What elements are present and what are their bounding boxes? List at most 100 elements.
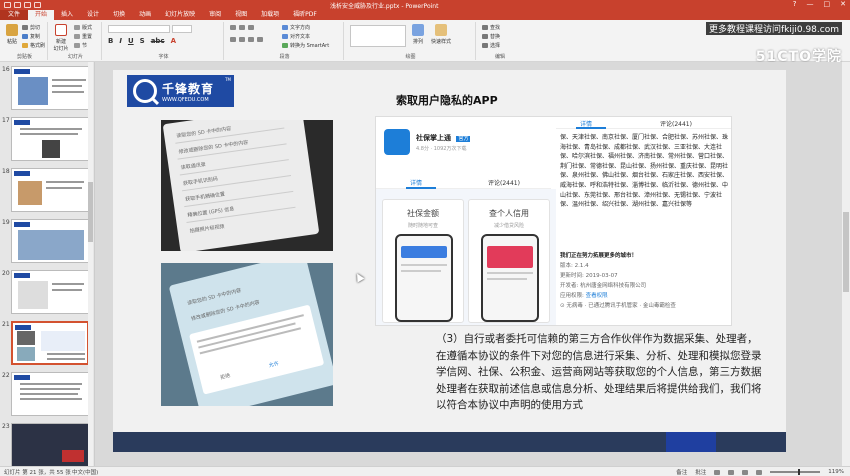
shapes-gallery[interactable] [350, 25, 406, 47]
italic-button[interactable]: I [119, 37, 122, 45]
thumbnail-slide[interactable]: 22 [2, 372, 90, 417]
tab-transitions[interactable]: 切换 [106, 10, 132, 20]
slideshow-icon[interactable] [34, 2, 41, 8]
undo-icon[interactable] [14, 2, 21, 8]
slide-thumbnails-panel: 16 17 18 19 20 21 22 23 [0, 62, 95, 466]
font-format-buttons: B I U S abc A [108, 37, 176, 45]
permission-photo-2: 读取您的 SD 卡中的内容 修改或删除您的 SD 卡中的内容 允许 拒绝 [161, 263, 333, 406]
language-indicator[interactable]: 中文(中国) [72, 468, 98, 476]
tab-insert[interactable]: 插入 [54, 10, 80, 20]
phone-screen: 读取您的 SD 卡中的内容 修改或删除您的 SD 卡中的内容 读取通讯录 获取手… [162, 120, 320, 251]
zoom-slider[interactable] [770, 469, 821, 475]
font-color-button[interactable]: A [171, 37, 176, 45]
thumbnails-scrollbar[interactable] [88, 62, 93, 466]
thumbnail-slide[interactable]: 17 [2, 117, 90, 162]
minimize-button[interactable]: — [807, 0, 814, 8]
arrange-icon [412, 24, 424, 36]
align-center-icon[interactable] [239, 37, 245, 42]
slide-footer-bar [113, 432, 786, 452]
numbering-icon[interactable] [239, 25, 245, 30]
paragraph-group: 文字方向 对齐文本 转换为 SmartArt 段落 [226, 22, 344, 60]
view-permissions-link: 查看权限 [585, 293, 608, 299]
ribbon: 粘贴 剪切 复制 格式刷 剪贴板 新建 幻灯片 版式 重置 节 幻灯片 B I … [0, 20, 850, 65]
quick-styles-button[interactable]: 快速样式 [430, 24, 452, 45]
qianfeng-logo: 千锋教育 WWW.QFEDU.COM TM [127, 75, 234, 107]
section-icon [74, 43, 80, 48]
footer-accent [666, 432, 716, 452]
tab-addins[interactable]: 加载项 [254, 10, 286, 20]
align-text-button[interactable]: 对齐文本 [282, 33, 310, 40]
format-painter-button[interactable]: 格式刷 [22, 42, 45, 49]
shadow-button[interactable]: S [140, 37, 145, 45]
tab-home[interactable]: 开始 [28, 10, 55, 20]
close-button[interactable]: ✕ [840, 0, 846, 8]
align-right-icon[interactable] [248, 37, 254, 42]
save-icon[interactable] [4, 2, 11, 8]
font-group: B I U S abc A 字体 [104, 22, 224, 60]
tab-design[interactable]: 设计 [80, 10, 106, 20]
phone-screen: 读取您的 SD 卡中的内容 修改或删除您的 SD 卡中的内容 允许 拒绝 [168, 263, 333, 406]
slide-title: 索取用户隐私的APP [396, 94, 498, 107]
redo-icon[interactable] [24, 2, 31, 8]
help-button[interactable]: ? [793, 0, 797, 8]
drawing-group: 排列 快速样式 绘图 [346, 22, 476, 60]
font-size-select[interactable] [172, 25, 192, 33]
notes-button[interactable]: 备注 [676, 468, 687, 476]
slide-scroll-thumb[interactable] [843, 212, 849, 292]
new-slide-button[interactable]: 新建 幻灯片 [52, 24, 70, 52]
replace-button[interactable]: 替换 [482, 33, 500, 40]
thumbnail-image [11, 372, 89, 416]
copy-button[interactable]: 复制 [22, 33, 40, 40]
bullets-icon[interactable] [230, 25, 236, 30]
reset-icon [74, 34, 80, 39]
tab-view[interactable]: 视图 [228, 10, 254, 20]
smartart-icon [282, 43, 288, 48]
text-direction-button[interactable]: 文字方向 [282, 24, 310, 31]
strikethrough-button[interactable]: abc [151, 37, 165, 45]
tab-foxit-pdf[interactable]: 福昕PDF [286, 10, 324, 20]
slide-vertical-scrollbar[interactable] [842, 62, 850, 466]
thumbnail-slide[interactable]: 16 [2, 66, 90, 111]
tab-underline [576, 127, 606, 129]
logo-q-icon [133, 79, 157, 103]
align-left-icon[interactable] [230, 37, 236, 42]
screenshot-card: 社保金额 随时随地可查 [382, 199, 464, 323]
thumbnail-slide-selected[interactable]: 21 [2, 321, 90, 366]
slide-sorter-icon[interactable] [728, 469, 735, 475]
indent-icon[interactable] [248, 25, 254, 30]
section-button[interactable]: 节 [74, 42, 87, 49]
paste-button[interactable]: 粘贴 [4, 24, 20, 45]
current-slide[interactable]: 千锋教育 WWW.QFEDU.COM TM 索取用户隐私的APP 读取您的 SD… [113, 70, 786, 452]
reading-view-icon[interactable] [742, 469, 749, 475]
smartart-button[interactable]: 转换为 SmartArt [282, 42, 329, 49]
thumbnails-scroll-thumb[interactable] [88, 182, 93, 242]
brush-icon [22, 43, 28, 48]
thumbnail-slide[interactable]: 19 [2, 219, 90, 264]
tab-slideshow[interactable]: 幻灯片放映 [158, 10, 202, 20]
arrange-button[interactable]: 排列 [410, 24, 426, 45]
zoom-level[interactable]: 119% [828, 469, 844, 475]
tab-file[interactable]: 文件 [0, 10, 29, 20]
thumbnail-slide[interactable]: 20 [2, 270, 90, 315]
layout-button[interactable]: 版式 [74, 24, 92, 31]
app-info: 我们正在努力拓展更多的城市！ 版本: 2.1.4 更新时间: 2019-03-0… [560, 253, 676, 309]
slideshow-view-icon[interactable] [756, 469, 763, 475]
maximize-button[interactable]: □ [824, 0, 831, 8]
comments-button[interactable]: 批注 [695, 468, 706, 476]
tab-review[interactable]: 审阅 [202, 10, 228, 20]
underline-button[interactable]: U [128, 37, 134, 45]
justify-icon[interactable] [257, 37, 263, 42]
thumbnail-slide[interactable]: 18 [2, 168, 90, 213]
bold-button[interactable]: B [108, 37, 113, 45]
normal-view-icon[interactable] [714, 469, 721, 475]
reset-button[interactable]: 重置 [74, 33, 92, 40]
font-name-select[interactable] [108, 25, 170, 33]
official-badge: 官方 [456, 136, 471, 142]
window-title: 浅析安全威胁及行业.pptx - PowerPoint [330, 3, 439, 10]
thumbnail-slide[interactable]: 23 [2, 423, 90, 466]
cut-button[interactable]: 剪切 [22, 24, 40, 31]
find-button[interactable]: 查找 [482, 24, 500, 31]
select-button[interactable]: 选择 [482, 42, 500, 49]
tab-animations[interactable]: 动画 [132, 10, 158, 20]
thumbnail-image [11, 66, 89, 110]
